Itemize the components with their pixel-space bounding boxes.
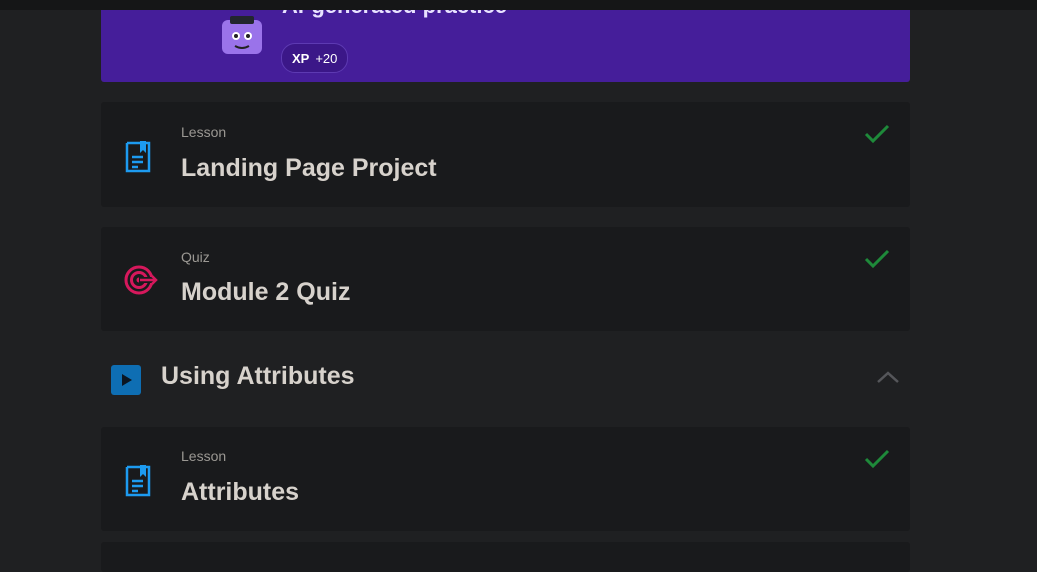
xp-label: XP [292,50,310,66]
play-icon [111,365,141,395]
chevron-up-icon[interactable] [876,370,900,384]
xp-value: +20 [315,50,338,66]
item-title: Attributes [181,478,300,506]
quiz-card-module-2[interactable]: Quiz Module 2 Quiz [101,227,910,331]
lesson-card-attributes[interactable]: Lesson Attributes [101,427,910,531]
mascot-icon [222,16,262,54]
promo-title: AI-generated practice [282,10,507,19]
checkmark-icon [864,124,890,144]
lesson-book-icon [125,465,151,497]
top-bar [0,0,1037,10]
item-title: Landing Page Project [181,154,437,182]
item-kind: Lesson [181,124,227,140]
lesson-card-landing-page-project[interactable]: Lesson Landing Page Project [101,102,910,207]
item-kind: Lesson [181,448,227,464]
item-title: Module 2 Quiz [181,278,351,306]
target-icon [124,265,158,295]
item-kind: Quiz [181,249,210,265]
next-item-card[interactable] [101,542,910,572]
checkmark-icon [864,249,890,269]
checkmark-icon [864,449,890,469]
section-title: Using Attributes [161,362,355,390]
section-using-attributes[interactable]: Using Attributes [101,350,910,406]
lesson-book-icon [125,141,151,173]
xp-badge: XP +20 [281,43,349,73]
ai-practice-card[interactable]: AI-generated practice XP +20 [101,10,910,82]
